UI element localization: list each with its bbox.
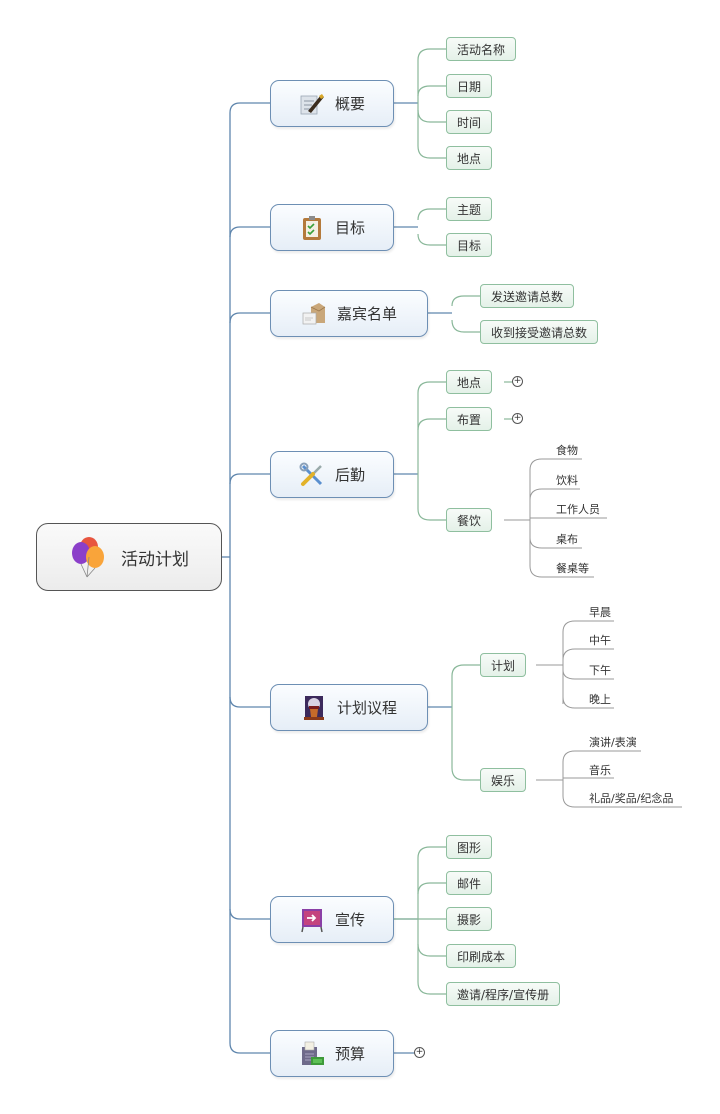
leaf-yinyue[interactable]: 音乐 — [589, 763, 611, 781]
subtopic-label: 餐饮 — [457, 513, 482, 528]
subtopic-sheying[interactable]: 摄影 — [446, 907, 493, 931]
branch-label: 概要 — [334, 95, 365, 113]
subtopic-tuxing[interactable]: 图形 — [446, 835, 493, 859]
root-node[interactable]: 活动计划 — [36, 523, 222, 591]
leaf-yanjiang-biaoyan[interactable]: 演讲/表演 — [589, 735, 637, 753]
subtopic-huodong-mingcheng[interactable]: 活动名称 — [446, 37, 517, 61]
envelope-icon — [301, 301, 327, 327]
leaf-xiawu[interactable]: 下午 — [589, 663, 611, 681]
clipboard-checklist-icon — [299, 215, 325, 241]
subtopic-shoudao-jieshou[interactable]: 收到接受邀请总数 — [480, 320, 599, 344]
connector-root-to-mubiao — [229, 226, 270, 238]
subtopic-label: 活动名称 — [457, 42, 506, 57]
connector-root-to-xuanchuan — [229, 908, 270, 920]
subtopic-label: 主题 — [457, 202, 482, 217]
expand-button-didian[interactable]: + — [512, 376, 523, 387]
leaf-yinliao[interactable]: 饮料 — [556, 473, 578, 491]
branch-mubiao[interactable]: 目标 — [270, 204, 394, 251]
subtopic-shijian[interactable]: 时间 — [446, 110, 493, 134]
subtopic-didian[interactable]: 地点 — [446, 146, 493, 170]
leaf-canzhuo-deng[interactable]: 餐桌等 — [556, 561, 589, 579]
podium-icon — [301, 695, 327, 721]
branch-jiabin[interactable]: 嘉宾名单 — [270, 290, 428, 337]
subtopic-buzhi[interactable]: 布置 — [446, 407, 493, 431]
subtopic-label: 娱乐 — [491, 773, 516, 788]
connector-root-to-jiabin — [229, 312, 270, 324]
subtopic-label: 图形 — [457, 840, 482, 855]
subtopic-label: 发送邀请总数 — [491, 289, 564, 304]
connector-root-to-yicheng — [229, 696, 270, 708]
expand-button-yusuan[interactable]: + — [414, 1047, 425, 1058]
subtopic-mubiao[interactable]: 目标 — [446, 233, 493, 257]
branch-label: 后勤 — [334, 466, 365, 484]
branch-houqin[interactable]: 后勤 — [270, 451, 394, 498]
subtopic-label: 邮件 — [457, 876, 482, 891]
leaf-zaochen[interactable]: 早晨 — [589, 605, 611, 623]
subtopic-riqi[interactable]: 日期 — [446, 74, 493, 98]
subtopic-houqin-didian[interactable]: 地点 — [446, 370, 493, 394]
subtopic-label: 布置 — [457, 412, 482, 427]
subtopic-label: 目标 — [457, 238, 482, 253]
branch-yusuan[interactable]: 预算 — [270, 1030, 394, 1077]
subtopic-yinshua-chengben[interactable]: 印刷成本 — [446, 944, 517, 968]
branch-xuanchuan[interactable]: 宣传 — [270, 896, 394, 943]
subtopic-yaoqing-chengxu-xuanchuance[interactable]: 邀请/程序/宣传册 — [446, 982, 561, 1006]
subtopic-zhuti[interactable]: 主题 — [446, 197, 493, 221]
leaf-zhuobu[interactable]: 桌布 — [556, 532, 578, 550]
balloons-icon — [69, 535, 109, 579]
branch-label: 计划议程 — [336, 699, 397, 717]
subtopic-label: 收到接受邀请总数 — [491, 325, 588, 340]
connector-root-to-gaiyao — [229, 102, 270, 114]
tools-icon — [299, 462, 325, 488]
leaf-lipin-jiangpin-jinianpin[interactable]: 礼品/奖品/纪念品 — [589, 791, 673, 809]
subtopic-fasong-yaoqing[interactable]: 发送邀请总数 — [480, 284, 575, 308]
branch-jihua-yicheng[interactable]: 计划议程 — [270, 684, 428, 731]
leaf-zhongwu[interactable]: 中午 — [589, 633, 611, 651]
subtopic-label: 邀请/程序/宣传册 — [457, 987, 550, 1002]
branch-label: 嘉宾名单 — [336, 305, 397, 323]
subtopic-canyin[interactable]: 餐饮 — [446, 508, 493, 532]
leaf-gongzuo-renyuan[interactable]: 工作人员 — [556, 502, 600, 520]
subtopic-yule[interactable]: 娱乐 — [480, 768, 527, 792]
subtopic-label: 印刷成本 — [457, 949, 506, 964]
signboard-icon — [299, 907, 325, 933]
subtopic-label: 地点 — [457, 375, 482, 390]
subtopic-label: 时间 — [457, 115, 482, 130]
subtopic-label: 摄影 — [457, 912, 482, 927]
subtopic-jihua[interactable]: 计划 — [480, 653, 527, 677]
expand-button-buzhi[interactable]: + — [512, 413, 523, 424]
calculator-money-icon — [299, 1041, 325, 1067]
subtopic-label: 地点 — [457, 151, 482, 166]
pen-document-icon — [299, 91, 325, 117]
branch-label: 预算 — [334, 1045, 365, 1063]
leaf-shiwu[interactable]: 食物 — [556, 443, 578, 461]
subtopic-label: 计划 — [491, 658, 516, 673]
branch-label: 宣传 — [334, 911, 365, 929]
leaf-wanshang[interactable]: 晚上 — [589, 692, 611, 710]
branch-label: 目标 — [334, 219, 365, 237]
branch-gaiyao[interactable]: 概要 — [270, 80, 394, 127]
connector-root-to-houqin — [229, 473, 270, 485]
subtopic-youjian[interactable]: 邮件 — [446, 871, 493, 895]
subtopic-label: 日期 — [457, 79, 482, 94]
connector-root-to-yusuan — [229, 1042, 270, 1054]
root-label: 活动计划 — [121, 549, 189, 570]
